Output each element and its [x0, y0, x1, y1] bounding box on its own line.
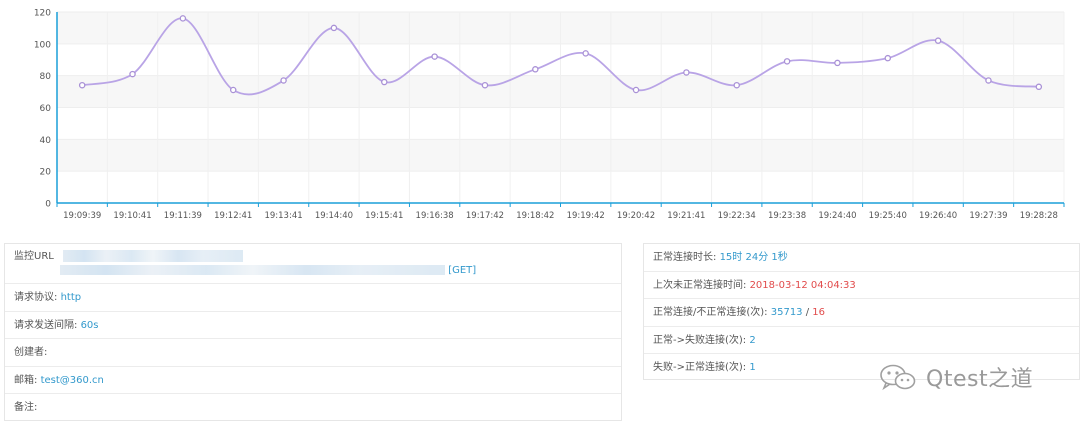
counts-row: 正常连接/不正常连接(次): 35713 / 16 [644, 299, 1079, 327]
last-abnormal-row: 上次未正常连接时间: 2018-03-12 04:04:33 [644, 272, 1079, 299]
y-tick-label: 120 [34, 9, 51, 19]
x-tick-label: 19:13:41 [264, 211, 302, 221]
data-point [1035, 83, 1043, 91]
url-redacted [63, 250, 244, 262]
data-point [481, 81, 489, 89]
x-tick-label: 19:16:38 [416, 211, 454, 221]
data-point [330, 24, 338, 32]
data-point [733, 81, 740, 89]
fail-to-ok-value: 1 [749, 362, 756, 373]
data-point [884, 54, 892, 62]
url-redacted-line2 [60, 265, 445, 275]
x-tick-label: 19:17:42 [466, 211, 504, 221]
x-tick-label: 19:28:28 [1020, 211, 1058, 221]
protocol-value: http [60, 292, 82, 303]
email-row: 邮箱: test@360.cn [5, 367, 621, 394]
data-point [381, 78, 388, 86]
x-tick-label: 19:19:42 [567, 211, 605, 221]
y-tick-label: 60 [40, 104, 52, 114]
data-point [683, 69, 690, 76]
data-point [985, 77, 992, 84]
x-tick-label: 19:25:40 [869, 211, 907, 221]
line-chart: 0 20 40 60 80 100 120 19:09:39 19:10:41 19:11:39 1… [34, 9, 1065, 221]
uptime-row: 正常连接时长: 15时 24分 1秒 [644, 244, 1079, 272]
y-tick-label: 100 [34, 40, 51, 50]
uptime-label: 正常连接时长: [653, 252, 717, 263]
x-tick-label: 19:22:34 [718, 211, 756, 221]
normal-count: 35713 [770, 307, 803, 318]
remark-label: 备注: [14, 402, 38, 413]
ok-to-fail-row: 正常->失败连接(次): 2 [644, 327, 1079, 354]
email-value[interactable]: test@360.cn [41, 375, 104, 386]
protocol-label: 请求协议: [14, 292, 58, 303]
interval-value: 60s [80, 319, 99, 331]
fail-to-ok-label: 失败->正常连接(次): [653, 362, 747, 373]
data-point [532, 66, 539, 73]
monitor-info-panel: 监控URL [GET] 请求协议: http 请求发送间隔: 60s 创建者: … [4, 243, 622, 421]
data-point [129, 70, 136, 78]
creator-row: 创建者: [5, 339, 621, 367]
data-point [280, 77, 287, 84]
interval-row: 请求发送间隔: 60s [5, 312, 621, 339]
y-tick-label: 20 [40, 168, 52, 178]
abnormal-count: 16 [812, 307, 826, 318]
x-tick-label: 19:15:41 [365, 211, 403, 221]
data-point [229, 86, 237, 94]
x-tick-label: 19:23:38 [768, 211, 806, 221]
url-label: 监控URL [14, 251, 54, 262]
x-tick-label: 19:26:40 [919, 211, 957, 221]
data-point [431, 53, 438, 60]
last-abnormal-label: 上次未正常连接时间: [653, 279, 747, 291]
x-tick-label: 19:09:39 [63, 211, 101, 221]
x-tick-label: 19:20:42 [617, 211, 655, 221]
url-method-link[interactable]: [GET] [448, 265, 476, 276]
count-separator: / [805, 307, 810, 318]
x-tick-label: 19:12:41 [214, 211, 252, 221]
x-tick-label: 19:27:39 [969, 211, 1007, 221]
email-label: 邮箱: [14, 374, 38, 386]
interval-label: 请求发送间隔: [14, 319, 78, 331]
protocol-row: 请求协议: http [5, 284, 621, 312]
counts-label: 正常连接/不正常连接(次): [653, 307, 768, 318]
last-abnormal-value: 2018-03-12 04:04:33 [749, 279, 856, 291]
y-tick-label: 0 [45, 200, 51, 210]
ok-to-fail-label: 正常->失败连接(次): [653, 334, 747, 346]
x-tick-label: 19:18:42 [516, 211, 554, 221]
remark-row: 备注: [5, 394, 621, 422]
ok-to-fail-value: 2 [749, 334, 756, 346]
x-tick-label: 19:14:40 [315, 211, 353, 221]
x-tick-label: 19:24:40 [818, 211, 856, 221]
wechat-icon [880, 364, 916, 391]
uptime-value: 15时 24分 1秒 [719, 252, 788, 263]
data-point [834, 59, 841, 67]
data-point [632, 86, 640, 94]
data-point [783, 58, 791, 65]
data-point [582, 50, 589, 57]
y-tick-label: 40 [40, 136, 52, 146]
data-point [179, 15, 187, 22]
x-tick-label: 19:21:41 [667, 211, 705, 221]
x-tick-label: 19:11:39 [164, 211, 202, 221]
y-tick-label: 80 [40, 72, 52, 82]
url-row: 监控URL [GET] [5, 244, 621, 284]
data-point [934, 37, 942, 44]
data-point [78, 81, 86, 89]
creator-label: 创建者: [14, 347, 48, 358]
x-tick-label: 19:10:41 [113, 211, 151, 221]
watermark-text: Qtest之道 [926, 367, 1034, 392]
watermark: Qtest之道 [878, 360, 1033, 394]
